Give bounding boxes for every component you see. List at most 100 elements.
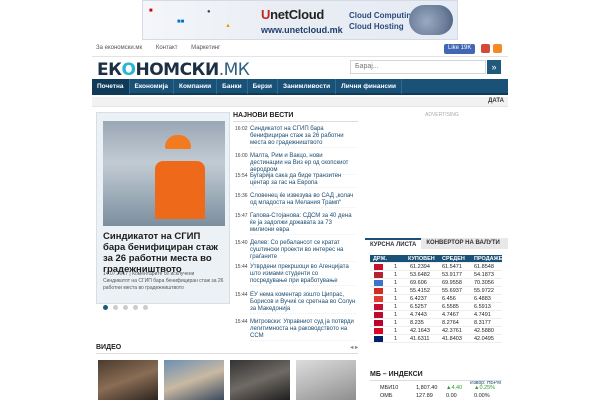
rate-unit: 1 bbox=[394, 264, 398, 270]
nav-home[interactable]: Почетна bbox=[92, 79, 130, 94]
slider-dots bbox=[103, 297, 153, 315]
rate-mid: 6.456 bbox=[442, 296, 456, 302]
rate-mid: 41.8403 bbox=[442, 336, 462, 342]
tab-exchange-list[interactable]: КУРСНА ЛИСТА bbox=[365, 238, 422, 250]
partner-logos: ■ ■■ ● ▲ bbox=[149, 8, 231, 29]
server-cloud-icon bbox=[409, 5, 453, 35]
nav-stock-exchanges[interactable]: Берзи bbox=[248, 79, 279, 94]
unetcloud-url: www.unetcloud.mk bbox=[261, 25, 343, 35]
rate-buy: 4.7443 bbox=[410, 312, 427, 318]
exchange-tabs: КУРСНА ЛИСТА КОНВЕРТОР НА ВАЛУТИ bbox=[365, 238, 508, 250]
site-logo[interactable]: ЕКОНОМСКИ.МК bbox=[97, 60, 250, 80]
top-link-about[interactable]: За економски.мк bbox=[96, 45, 142, 51]
tab-currency-converter[interactable]: КОНВЕРТОР НА ВАЛУТИ bbox=[421, 238, 504, 248]
rate-sell: 54.1873 bbox=[474, 272, 494, 278]
rate-buy: 55.4152 bbox=[410, 288, 430, 294]
exchange-row: 1 53.6482 53.9177 54.1873 bbox=[370, 271, 502, 279]
worker-vest-shape bbox=[155, 161, 205, 219]
date-label: ДАТА bbox=[488, 98, 504, 104]
video-thumbnail[interactable] bbox=[296, 360, 356, 400]
rate-buy: 6.5257 bbox=[410, 304, 427, 310]
featured-image[interactable] bbox=[103, 121, 225, 226]
top-link-marketing[interactable]: Маркетинг bbox=[191, 45, 220, 51]
rate-sell: 61.8548 bbox=[474, 264, 494, 270]
search-button[interactable]: » bbox=[487, 60, 501, 74]
slider-dot[interactable] bbox=[133, 305, 138, 310]
rate-unit: 1 bbox=[394, 304, 398, 310]
video-thumbnail[interactable] bbox=[98, 360, 158, 400]
rate-buy: 8.235 bbox=[410, 320, 424, 326]
exchange-row: 1 6.5257 6.5585 6.5913 bbox=[370, 303, 502, 311]
rate-unit: 1 bbox=[394, 288, 398, 294]
nav-economy[interactable]: Економија bbox=[130, 79, 175, 94]
top-links: За економски.мк Контакт Маркетинг bbox=[96, 45, 232, 51]
nav-curiosities[interactable]: Занимливости bbox=[278, 79, 337, 94]
rate-unit: 1 bbox=[394, 296, 398, 302]
nav-banks[interactable]: Банки bbox=[217, 79, 248, 94]
google-plus-icon[interactable] bbox=[481, 44, 490, 53]
slider-dot[interactable] bbox=[123, 305, 128, 310]
rate-mid: 53.9177 bbox=[442, 272, 462, 278]
flag-icon bbox=[374, 304, 383, 310]
search-input[interactable]: Барај... bbox=[350, 60, 486, 74]
top-link-contact[interactable]: Контакт bbox=[156, 45, 178, 51]
rate-buy: 69.606 bbox=[410, 280, 427, 286]
rate-buy: 61.2394 bbox=[410, 264, 430, 270]
unetcloud-tagline: Cloud Computing Cloud Hosting bbox=[349, 11, 417, 31]
exchange-row: 1 8.235 8.2764 8.3177 bbox=[370, 319, 502, 327]
rate-mid: 42.3761 bbox=[442, 328, 462, 334]
mb-indices-title: МБ – ИНДЕКСИ bbox=[370, 371, 502, 381]
rate-mid: 61.5471 bbox=[442, 264, 462, 270]
facebook-like-button[interactable]: Like 19K bbox=[444, 44, 476, 54]
exchange-header: ДРЖ. КУПОВЕН СРЕДЕН ПРОДАЖЕН bbox=[370, 255, 506, 263]
video-thumbnail[interactable] bbox=[230, 360, 290, 400]
rate-unit: 1 bbox=[394, 328, 398, 334]
hardhat-shape bbox=[165, 135, 191, 149]
flag-icon bbox=[374, 328, 383, 334]
rate-sell: 42.5880 bbox=[474, 328, 494, 334]
rate-buy: 42.1643 bbox=[410, 328, 430, 334]
rate-sell: 4.7491 bbox=[474, 312, 491, 318]
rate-unit: 1 bbox=[394, 272, 398, 278]
rate-buy: 41.6311 bbox=[410, 336, 430, 342]
exchange-row: 1 6.4237 6.456 6.4883 bbox=[370, 295, 502, 303]
featured-meta: 14.07.2017 | Коментарите се исклучени Си… bbox=[103, 271, 224, 291]
rate-mid: 69.9558 bbox=[442, 280, 462, 286]
featured-slider[interactable]: Синдикатот на СГИП бара бенифициран стаж… bbox=[96, 112, 230, 310]
latest-news-title: НАЈНОВИ ВЕСТИ bbox=[233, 112, 358, 122]
slider-dot[interactable] bbox=[113, 305, 118, 310]
video-thumbnail[interactable] bbox=[164, 360, 224, 400]
nav-personal-finance[interactable]: Лични финансии bbox=[336, 79, 402, 94]
flag-icon bbox=[374, 312, 383, 318]
latest-news: НАЈНОВИ ВЕСТИ 16:02 Синдикатот на СГИП ба… bbox=[233, 112, 358, 341]
exchange-row: 1 55.4152 55.6937 55.9722 bbox=[370, 287, 502, 295]
rate-unit: 1 bbox=[394, 312, 398, 318]
flag-icon bbox=[374, 288, 383, 294]
featured-title[interactable]: Синдикатот на СГИП бара бенифициран стаж… bbox=[103, 231, 225, 275]
rate-mid: 6.5585 bbox=[442, 304, 459, 310]
rate-sell: 6.4883 bbox=[474, 296, 491, 302]
top-bar: За економски.мк Контакт Маркетинг Like 1… bbox=[92, 43, 508, 57]
exchange-table: ДРЖ. КУПОВЕН СРЕДЕН ПРОДАЖЕН 1 61.2394 61.… bbox=[370, 255, 506, 343]
nav-companies[interactable]: Компании bbox=[174, 79, 218, 94]
video-nav-arrows[interactable]: ◂ ▸ bbox=[350, 344, 358, 351]
date-bar: ДАТА bbox=[92, 97, 508, 107]
rate-sell: 8.3177 bbox=[474, 320, 491, 326]
exchange-row: 1 42.1643 42.3761 42.5880 bbox=[370, 327, 502, 335]
exchange-row: 1 4.7443 4.7467 4.7491 bbox=[370, 311, 502, 319]
rate-unit: 1 bbox=[394, 336, 398, 342]
index-row[interactable]: МБИ10 1,807.40 ▲4.40 ▲0.25% bbox=[370, 385, 502, 393]
rate-sell: 6.5913 bbox=[474, 304, 491, 310]
flag-icon bbox=[374, 336, 383, 342]
exchange-row: 1 61.2394 61.5471 61.8548 bbox=[370, 263, 502, 271]
rss-icon[interactable] bbox=[493, 44, 502, 53]
slider-dot[interactable] bbox=[143, 305, 148, 310]
unetcloud-banner-ad[interactable]: ■ ■■ ● ▲ UnetCloud www.unetcloud.mk Clou… bbox=[142, 0, 458, 40]
video-section-title: ВИДЕО ◂ ▸ bbox=[96, 344, 358, 354]
slider-dot[interactable] bbox=[103, 305, 108, 310]
rate-mid: 8.2764 bbox=[442, 320, 459, 326]
flag-icon bbox=[374, 296, 383, 302]
unetcloud-brand: UnetCloud bbox=[261, 7, 325, 22]
rate-mid: 4.7467 bbox=[442, 312, 459, 318]
exchange-row: 1 69.606 69.9558 70.3056 bbox=[370, 279, 502, 287]
